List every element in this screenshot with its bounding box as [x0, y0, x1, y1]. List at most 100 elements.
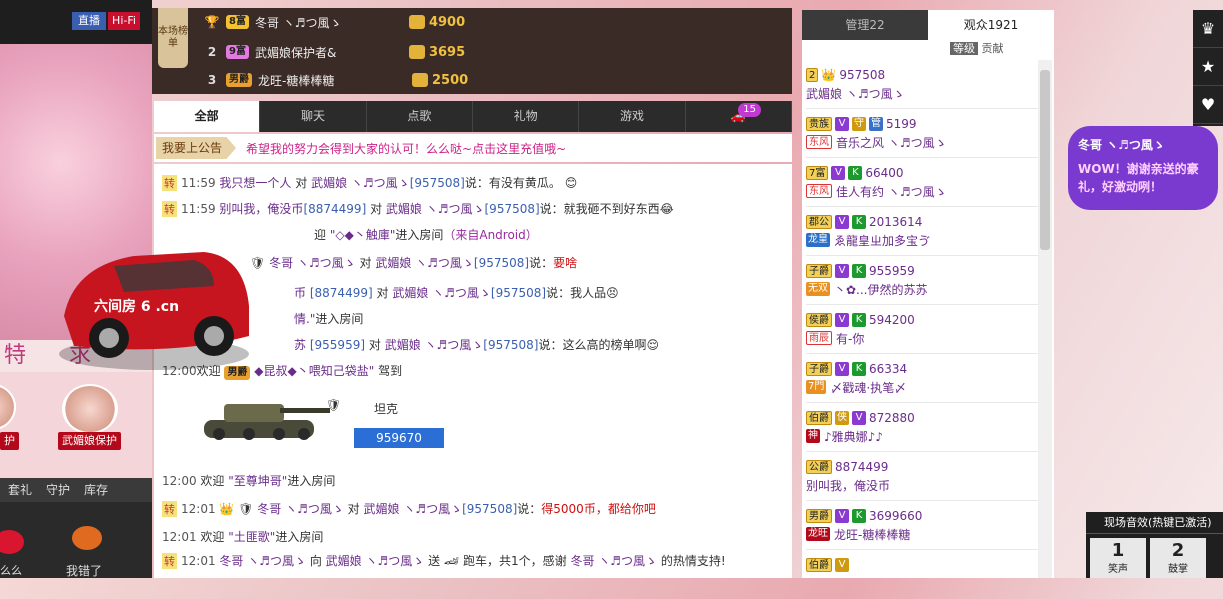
gift-label: 么么	[0, 564, 22, 577]
audience-item[interactable]: 侯爵 V K 594200 雨辰 有-你	[806, 305, 1038, 354]
live-button[interactable]: 直播	[72, 12, 106, 30]
audience-item[interactable]: 贵族 V 守管 5199 东风 音乐之风 ヽ♬つ風ゝ	[806, 109, 1038, 158]
family-badge: 神	[806, 429, 820, 443]
audience-item[interactable]: 男爵 V K 3699660 龙旺 龙旺-糖棒棒糖	[806, 501, 1038, 550]
sort-by-contribution[interactable]: 贡献	[982, 42, 1004, 55]
king-icon: K	[852, 313, 866, 327]
stream-topbar: 直播 Hi-Fi	[0, 0, 152, 44]
rank-amount: 2500	[412, 73, 468, 88]
effect-button-clap[interactable]: 2 鼓掌	[1150, 538, 1206, 578]
sorry-gift-icon[interactable]	[72, 526, 102, 550]
level-badge: 7富	[806, 166, 829, 180]
rank-row[interactable]: 🏆 8富 冬哥 ヽ♬つ風ゝ 4900	[204, 10, 466, 34]
repost-tag[interactable]: 转	[162, 501, 177, 517]
king-icon: K	[852, 264, 866, 278]
rank-level-badge: 男爵	[226, 73, 252, 87]
audience-tabs: 管理22 观众1921	[802, 10, 1054, 40]
chat-message: 转 12:01 👑 🛡 冬哥 ヽ♬つ風ゝ 对 武媚娘 ヽ♬つ風ゝ[957508]说…	[162, 501, 656, 517]
family-badge: 无双	[806, 282, 830, 296]
audience-item[interactable]: 伯爵侠 V 872880 神 ♪雅典娜♪♪	[806, 403, 1038, 452]
audience-panel: 管理22 观众1921 等级 贡献 2 👑 957508 武媚娘 ヽ♬つ風ゝ 贵族 V…	[802, 10, 1054, 578]
rank-amount: 4900	[408, 15, 465, 30]
trophy-icon: 🏆	[204, 15, 220, 29]
audience-item[interactable]: 伯爵 V	[806, 550, 1038, 599]
rank-name: 龙旺-糖棒棒糖	[258, 73, 335, 88]
guard-icon: 守	[852, 117, 866, 131]
audience-item[interactable]: 公爵 8874499 别叫我，俺没币	[806, 452, 1038, 501]
emoji-icon: 😊	[564, 176, 578, 190]
audience-scrollbar[interactable]	[1038, 60, 1052, 578]
tab-audience[interactable]: 观众1921	[928, 10, 1054, 40]
side-toolbar: ♛ ★ ♥	[1193, 10, 1223, 126]
chat-message: 12:01 欢迎 "土匪歌"进入房间	[162, 530, 324, 544]
audience-list: 2 👑 957508 武媚娘 ヽ♬つ風ゝ 贵族 V 守管 5199 东风 音乐之风 ヽ♬つ風…	[806, 60, 1038, 599]
star-icon[interactable]: ★	[1193, 48, 1223, 86]
heart-icon[interactable]: ♥	[1193, 86, 1223, 124]
tab-car[interactable]: 🚗 15	[686, 101, 792, 132]
audience-item[interactable]: 郡公 V K 2013614 龙皇 ゑ龍皇ㄓ加多宝ゔ	[806, 207, 1038, 256]
rank-level-badge: 8富	[226, 15, 249, 29]
vip-icon: V	[835, 215, 849, 229]
chat-message: 币 [8874499] 对 武媚娘 ヽ♬つ風ゝ[957508]说：我人品😣	[294, 286, 619, 300]
level-badge: 伯爵	[806, 411, 832, 425]
post-notice-button[interactable]: 我要上公告	[156, 137, 237, 159]
emoji-icon: 😣	[606, 286, 619, 300]
audience-item[interactable]: 7富 V K 66400 东风 佳人有约 ヽ♬つ風ゝ	[806, 158, 1038, 207]
guard-avatar[interactable]	[62, 384, 118, 434]
ranking-badge[interactable]: 本场榜单	[158, 8, 188, 68]
tab-all[interactable]: 全部	[154, 101, 261, 132]
rank-number: 3	[207, 73, 217, 87]
car-count-badge: 15	[738, 103, 761, 117]
crown-icon[interactable]: ♛	[1193, 10, 1223, 48]
vip-icon: V	[835, 117, 849, 131]
audience-item[interactable]: 子爵 V K 955959 无双 丶✿...伊然的苏苏	[806, 256, 1038, 305]
guard-label: 护	[0, 432, 19, 450]
hifi-button[interactable]: Hi-Fi	[108, 12, 140, 30]
level-badge: 郡公	[806, 215, 832, 229]
lips-gift-icon[interactable]	[0, 530, 24, 554]
level-badge: 贵族	[806, 117, 832, 131]
family-badge: 龙旺	[806, 527, 830, 541]
repost-tag[interactable]: 转	[162, 201, 177, 217]
coin-icon	[408, 15, 425, 29]
tank-owner-id[interactable]: 959670	[354, 428, 444, 448]
chat-message: 转 11:59 我只想一个人 对 武媚娘 ヽ♬つ風ゝ[957508]说：有没有黄瓜…	[162, 175, 578, 191]
tab-package[interactable]: 套礼	[8, 478, 32, 502]
tab-chat[interactable]: 聊天	[260, 101, 367, 132]
gift-label: 我错了	[66, 564, 103, 578]
level-badge: 侯爵	[806, 313, 832, 327]
tab-inventory[interactable]: 库存	[84, 478, 108, 502]
coin-icon	[412, 73, 428, 87]
sort-by-level[interactable]: 等级	[950, 42, 978, 55]
guard-icon: 🛡	[238, 502, 254, 516]
tab-guard[interactable]: 守护	[46, 478, 70, 502]
rank-row[interactable]: 3 男爵 龙旺-糖棒棒糖 2500	[204, 68, 468, 92]
family-badge: 东风	[806, 184, 832, 198]
chat-message: 情."进入房间	[294, 312, 364, 326]
tank-label: 坦克	[374, 402, 399, 416]
scrollbar-thumb[interactable]	[1040, 70, 1050, 250]
audience-item[interactable]: 2 👑 957508 武媚娘 ヽ♬つ風ゝ	[806, 60, 1038, 109]
tab-game[interactable]: 游戏	[579, 101, 686, 132]
audience-item[interactable]: 子爵 V K 66334 7門 〆戳魂·执笔〆	[806, 354, 1038, 403]
session-ranking: 本场榜单 🏆 8富 冬哥 ヽ♬つ風ゝ 4900 2 9富 武媚娘保护者& 369…	[152, 8, 792, 94]
rank-row[interactable]: 2 9富 武媚娘保护者& 3695	[204, 40, 465, 64]
level-badge: 男爵	[806, 509, 832, 523]
repost-tag[interactable]: 转	[162, 175, 177, 191]
car-brand-text: 六间房 6 .cn	[94, 299, 180, 315]
rank-amount: 3695	[408, 45, 465, 60]
chat-tabs: 全部 聊天 点歌 礼物 游戏 🚗 15	[154, 101, 792, 132]
bubble-sender: 冬哥 ヽ♬つ風ゝ	[1078, 138, 1165, 152]
chat-message: 🛡 冬哥 ヽ♬つ風ゝ 对 武媚娘 ヽ♬つ風ゝ[957508]说：要啥	[250, 256, 578, 270]
tab-gift[interactable]: 礼物	[473, 101, 580, 132]
tab-admins[interactable]: 管理22	[802, 10, 928, 40]
rank-name: 冬哥 ヽ♬つ風ゝ	[254, 15, 342, 30]
effect-button-laugh[interactable]: 1 笑声	[1090, 538, 1146, 578]
vip-icon: V	[835, 509, 849, 523]
sports-car-animation: 六间房 6 .cn	[54, 226, 254, 376]
notice-text[interactable]: 希望我的努力会得到大家的认可！么么哒~点击这里充值哦~	[246, 140, 566, 157]
tab-song[interactable]: 点歌	[367, 101, 473, 132]
repost-tag[interactable]: 转	[162, 553, 177, 569]
chat-message: 转 11:59 别叫我，俺没币[8874499] 对 武媚娘 ヽ♬つ風ゝ[9575…	[162, 201, 674, 217]
guard-avatar[interactable]	[0, 384, 16, 430]
